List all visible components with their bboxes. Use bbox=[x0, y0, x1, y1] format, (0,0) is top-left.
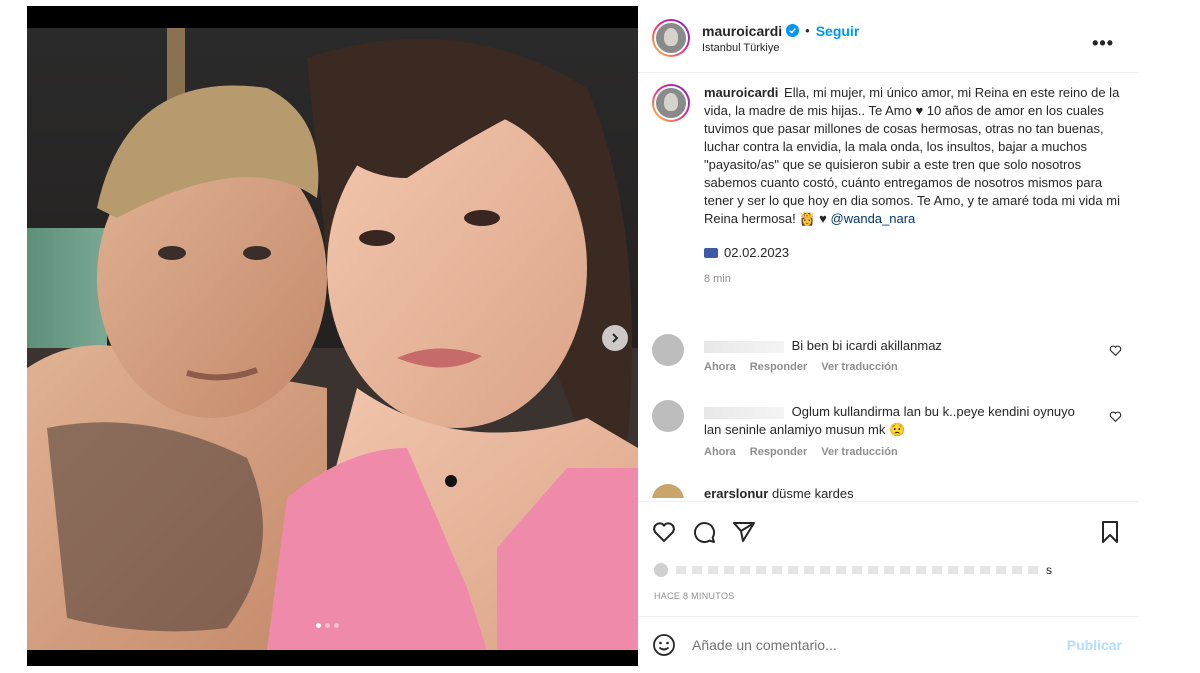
publish-button[interactable]: Publicar bbox=[1067, 637, 1122, 653]
avatar[interactable] bbox=[652, 84, 690, 122]
comment-text: düsme kardes bbox=[771, 486, 854, 498]
comment-icon[interactable] bbox=[692, 520, 716, 544]
selfie-illustration bbox=[27, 28, 638, 650]
heart-icon[interactable] bbox=[1109, 344, 1122, 357]
comment-item: erarslonur düsme kardes bbox=[652, 484, 1132, 498]
separator: • bbox=[805, 23, 810, 38]
verified-badge-icon bbox=[786, 24, 800, 37]
reply-button[interactable]: Responder bbox=[750, 446, 807, 458]
likes-summary[interactable]: s bbox=[652, 561, 1052, 579]
action-bar bbox=[652, 517, 1122, 547]
carousel-dot bbox=[334, 623, 339, 628]
heart-icon[interactable] bbox=[652, 520, 676, 544]
comment-meta: Ahora Responder Ver traducción bbox=[704, 361, 898, 373]
post-header: mauroicardi • Seguir Istanbul Türkiye ••… bbox=[652, 16, 1132, 60]
username-link[interactable]: mauroicardi bbox=[702, 23, 782, 39]
caption-date-line: 02.02.2023 bbox=[704, 244, 1122, 262]
calendar-emoji-icon bbox=[704, 248, 718, 258]
caption-text: Ella, mi mujer, mi único amor, mi Reina … bbox=[704, 85, 1120, 226]
divider bbox=[638, 501, 1138, 502]
reply-button[interactable]: Responder bbox=[750, 361, 807, 373]
carousel-next-button[interactable] bbox=[602, 325, 628, 351]
caption: mauroicardi Ella, mi mujer, mi único amo… bbox=[652, 84, 1122, 288]
caption-age: 8 min bbox=[704, 273, 731, 285]
post-timestamp[interactable]: HACE 8 MINUTOS bbox=[654, 591, 735, 601]
avatar[interactable] bbox=[652, 334, 684, 366]
see-translation-button[interactable]: Ver traducción bbox=[821, 361, 897, 373]
comment-time: Ahora bbox=[704, 446, 736, 458]
mention-link[interactable]: @wanda_nara bbox=[831, 211, 916, 226]
comment-username[interactable]: erarslonur bbox=[704, 486, 768, 498]
see-translation-button[interactable]: Ver traducción bbox=[821, 446, 897, 458]
comment-meta: Ahora Responder Ver traducción bbox=[704, 446, 898, 458]
likes-text-tail: s bbox=[1046, 563, 1052, 577]
follow-button[interactable]: Seguir bbox=[816, 23, 860, 39]
bookmark-icon[interactable] bbox=[1098, 520, 1122, 544]
redacted-likes bbox=[676, 566, 1040, 574]
location-link[interactable]: Istanbul Türkiye bbox=[702, 42, 859, 54]
post-media[interactable] bbox=[27, 6, 638, 666]
comment-composer: Publicar bbox=[652, 630, 1128, 660]
carousel-indicator bbox=[316, 623, 339, 628]
redacted-username bbox=[704, 406, 784, 419]
caption-date: 02.02.2023 bbox=[724, 245, 790, 260]
heart-icon[interactable] bbox=[1109, 410, 1122, 423]
comment-text: Bi ben bi icardi akillanmaz bbox=[791, 338, 942, 353]
post-panel: mauroicardi • Seguir Istanbul Türkiye ••… bbox=[638, 6, 1138, 666]
send-icon[interactable] bbox=[732, 520, 756, 544]
avatar bbox=[652, 561, 670, 579]
post-photo bbox=[27, 28, 638, 650]
avatar[interactable] bbox=[652, 19, 690, 57]
redacted-username bbox=[704, 340, 784, 353]
carousel-dot bbox=[325, 623, 330, 628]
divider bbox=[638, 616, 1138, 617]
more-options-button[interactable]: ••• bbox=[1092, 33, 1114, 54]
emoji-icon[interactable] bbox=[652, 633, 676, 657]
divider bbox=[638, 72, 1138, 73]
carousel-dot bbox=[316, 623, 321, 628]
avatar[interactable] bbox=[652, 484, 684, 498]
chevron-right-icon bbox=[612, 333, 619, 343]
comment-time: Ahora bbox=[704, 361, 736, 373]
comment-input[interactable] bbox=[692, 637, 1067, 653]
caption-username[interactable]: mauroicardi bbox=[704, 85, 778, 100]
avatar[interactable] bbox=[652, 400, 684, 432]
